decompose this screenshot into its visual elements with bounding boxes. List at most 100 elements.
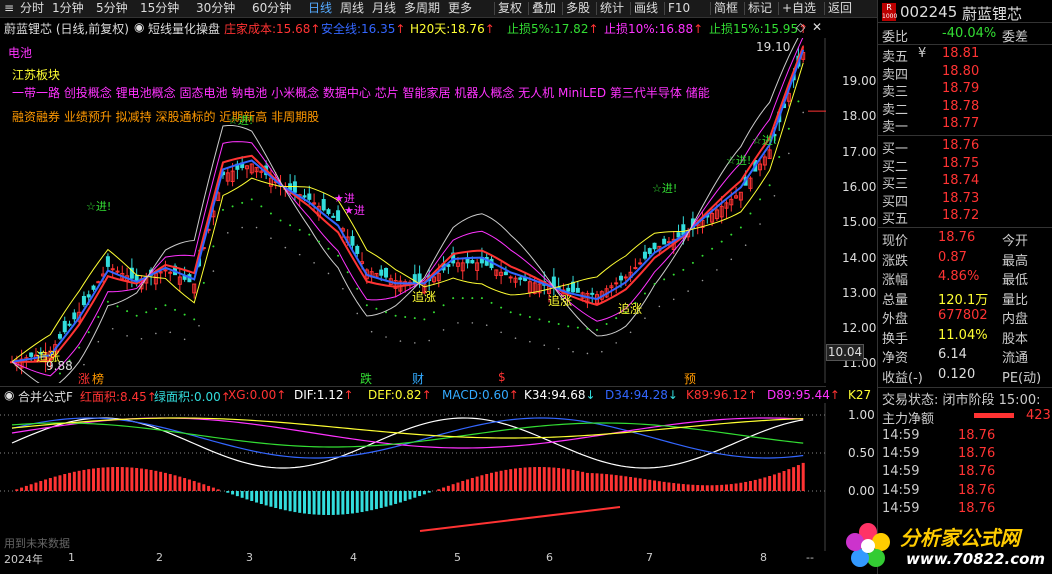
buy-level-1[interactable]: 买一 18.76 [878, 138, 1052, 157]
toolbar-tool-2[interactable]: 多股 [566, 1, 590, 16]
sub-indicator-2: XG:0.00↑ [228, 388, 287, 402]
event-mark[interactable]: 涨 [78, 370, 90, 387]
stat-row: 净资 6.14 流通 [882, 347, 1029, 366]
concept-tags-1[interactable]: 一带一路 创投概念 锂电池概念 固态电池 钠电池 小米概念 数据中心 芯片 智能… [12, 84, 710, 101]
buy-signal-label: ☆进! [752, 134, 778, 147]
toolbar-tool-6[interactable]: 简框 [714, 1, 738, 16]
diamond-icon[interactable]: ◇ [796, 20, 805, 34]
sell-level-1[interactable]: 卖一 18.77 [878, 116, 1052, 135]
watermark-title: 分析家公式网 [900, 526, 1020, 550]
close-icon[interactable]: ✕ [812, 20, 822, 34]
tick-row: 14:59 18.76 [882, 428, 996, 443]
toolbar-tool-0[interactable]: 复权 [498, 1, 522, 16]
sub-indicator-7: D34:94.28↓ [605, 388, 678, 402]
stock-code: 002245 [900, 3, 958, 21]
sub-indicator-6: K34:94.68↓ [524, 388, 596, 402]
event-mark[interactable]: 预 [684, 370, 696, 387]
sub-y-label: 1.00 [848, 408, 875, 422]
buy-level-2[interactable]: 买二 18.75 [878, 156, 1052, 175]
title-indicator-4: 止损10%:16.88↑ [604, 22, 704, 36]
buy-level-5[interactable]: 买五 18.72 [878, 208, 1052, 227]
toolbar-tool-9[interactable]: 返回 [828, 1, 852, 16]
chase-signal-label: 追涨 [412, 290, 437, 304]
toolbar-period-8[interactable]: 月线 [372, 1, 396, 16]
sector-jiangsu[interactable]: 江苏板块 [12, 66, 60, 83]
x-axis-label: 7 [646, 551, 653, 564]
future-data-hint: 用到未来数据 [4, 537, 70, 550]
sell-level-4[interactable]: 卖四 18.80 [878, 64, 1052, 83]
main-y-label: 13.00 [842, 285, 877, 300]
sub-y-label: 0.00 [848, 484, 875, 498]
toolbar-tool-1[interactable]: 叠加 [532, 1, 556, 16]
sub-formula-dropdown-icon[interactable]: ◉ [4, 388, 14, 402]
buy-level-3[interactable]: 买三 18.74 [878, 173, 1052, 192]
x-axis-corner[interactable]: -- [806, 551, 814, 564]
sub-indicator-3: DIF:1.12↑ [294, 388, 354, 402]
toolbar-period-2[interactable]: 5分钟 [96, 1, 128, 16]
indicator-chart[interactable]: 用到未来数据 [0, 403, 826, 551]
main-y-label: 17.00 [842, 144, 877, 159]
sell-level-3[interactable]: 卖三 18.79 [878, 81, 1052, 100]
last-price-tag: 10.04 [826, 344, 864, 361]
formula-name[interactable]: 短线量化操盘 [148, 20, 220, 37]
trade-status: 交易状态: 闭市阶段 15:00: [882, 393, 1041, 408]
main-y-label: 15.00 [842, 215, 877, 230]
stat-row: 收益(-) 0.120 PE(动) [882, 366, 1042, 386]
buy-signal-label: ☆进! [726, 154, 752, 167]
event-mark[interactable]: $ [498, 370, 506, 384]
toolbar-tool-5[interactable]: F10 [668, 1, 690, 16]
main-net-row: 主力净额 423 [882, 408, 1051, 427]
toolbar-menu-icon[interactable]: ≡ [4, 1, 14, 16]
sell-level-2[interactable]: 卖二 18.78 [878, 99, 1052, 118]
formula-dropdown-icon[interactable]: ◉ [134, 20, 144, 34]
stock-name: 蔚蓝锂芯 [962, 5, 1023, 23]
time-axis: 2024年 1 2 3 4 5 6 7 8 -- [0, 551, 826, 566]
toolbar-period-7[interactable]: 周线 [340, 1, 364, 16]
toolbar-period-0[interactable]: 分时 [20, 1, 44, 16]
toolbar-tool-8[interactable]: +自选 [782, 1, 816, 16]
event-mark[interactable]: 财 [412, 370, 424, 387]
toolbar-period-1[interactable]: 1分钟 [52, 1, 84, 16]
chase-signal-label: 追涨 [618, 302, 643, 316]
x-axis-label: 6 [546, 551, 553, 564]
stat-row: 现价 18.76 今开 [882, 230, 1029, 249]
x-axis-label: 2024年 [4, 553, 43, 566]
sub-indicator-4: DEF:0.82↑ [368, 388, 432, 402]
main-y-label: 18.00 [842, 109, 877, 124]
buy-signal-label: ☆进! [652, 182, 678, 195]
toolbar-period-5[interactable]: 60分钟 [252, 1, 291, 16]
toolbar-period-6[interactable]: 日线 [308, 1, 332, 16]
stat-row: 换手 11.04% 股本 [882, 327, 1029, 347]
toolbar-period-10[interactable]: 更多 [448, 1, 472, 16]
stat-row: 涨幅 4.86% 最低 [882, 269, 1029, 288]
stat-row: 外盘 677802 内盘 [882, 308, 1029, 327]
toolbar-period-9[interactable]: 多周期 [404, 1, 440, 16]
title-indicator-5: 止损15%:15.95↑ [709, 22, 809, 36]
event-mark[interactable]: 跌 [360, 370, 372, 387]
main-y-label: 14.00 [842, 250, 877, 265]
concept-tags-2[interactable]: 融资融券 业绩预升 拟减持 深股通标的 近期新高 非周期股 [12, 108, 319, 125]
quote-panel: R 1000 002245 蔚蓝锂芯 委比 -40.04% 委差 卖五 ¥18.81 卖四 1… [877, 0, 1052, 574]
stat-row: 涨跌 0.87 最高 [882, 249, 1029, 269]
main-y-label: 19.00 [842, 74, 877, 88]
toolbar-tool-3[interactable]: 统计 [600, 1, 624, 16]
tick-row: 14:59 18.76 [882, 446, 996, 462]
title-indicator-0: 庄家成本:15.68↑ [224, 22, 321, 36]
toolbar-period-3[interactable]: 15分钟 [140, 1, 179, 16]
sub-indicator-9: D89:95.44↑ [767, 388, 840, 402]
toolbar-period-4[interactable]: 30分钟 [196, 1, 235, 16]
buy-level-4[interactable]: 买四 18.73 [878, 191, 1052, 210]
toolbar-tool-7[interactable]: 标记 [748, 1, 772, 16]
sub-indicator-10: K27 [848, 388, 872, 402]
sell-level-5[interactable]: 卖五 ¥18.81 [878, 46, 1052, 65]
main-kline-chart[interactable]: 电池 江苏板块 一带一路 创投概念 锂电池概念 固态电池 钠电池 小米概念 数据… [0, 38, 826, 383]
event-mark[interactable]: 榜 [92, 370, 104, 387]
buy-signal-label: ☆进! [86, 200, 112, 213]
event-marks-row: 涨榜 跌 财 $ 预 [0, 370, 826, 386]
main-y-label: 12.00 [842, 321, 877, 336]
tick-row: 14:59 18.76 [882, 464, 996, 480]
sub-indicator-5: MACD:0.60↑ [442, 388, 519, 402]
sector-battery[interactable]: 电池 [8, 44, 32, 61]
toolbar-tool-4[interactable]: 画线 [634, 1, 658, 16]
sub-y-label: 0.50 [848, 446, 875, 460]
